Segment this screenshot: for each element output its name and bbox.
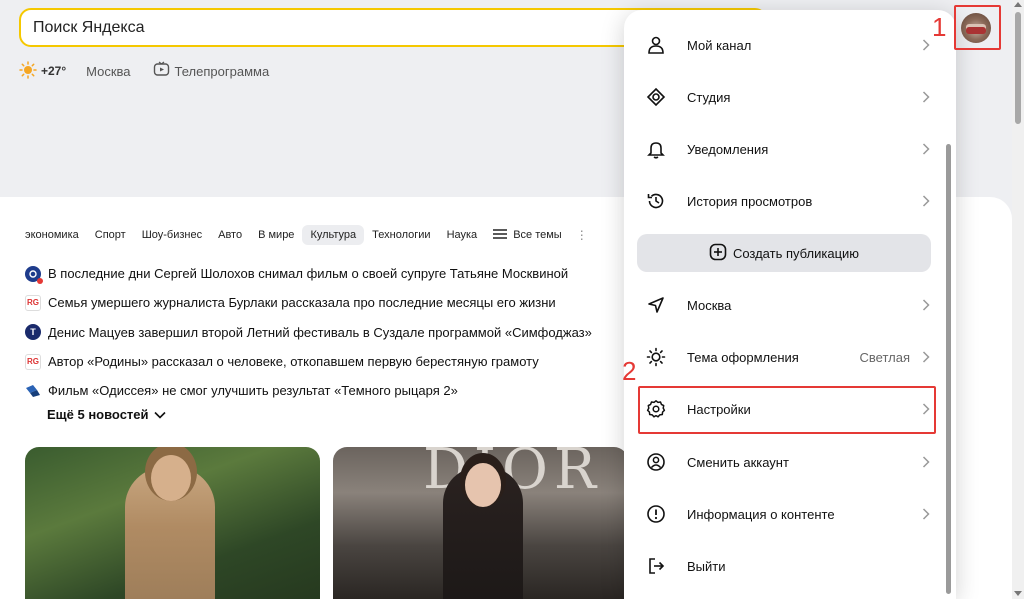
topic-science[interactable]: Наука xyxy=(439,225,486,245)
news-item[interactable]: T Денис Мацуев завершил второй Летний фе… xyxy=(25,318,625,347)
news-photo-event[interactable]: DIOR xyxy=(333,447,628,599)
annotation-number-1: 1 xyxy=(932,12,947,42)
create-publication-label: Создать публикацию xyxy=(732,245,860,261)
weather-widget[interactable]: +27° xyxy=(19,60,67,82)
menu-item-switch-account[interactable]: Сменить аккаунт xyxy=(638,441,934,483)
chevron-right-icon xyxy=(918,506,934,522)
topic-auto[interactable]: Авто xyxy=(210,225,250,245)
chevron-right-icon xyxy=(918,349,934,365)
menu-label: Москва xyxy=(687,297,732,313)
menu-item-history[interactable]: История просмотров xyxy=(638,180,934,222)
news-title: Автор «Родины» рассказал о человеке, отк… xyxy=(48,354,539,370)
chevron-down-icon xyxy=(153,407,166,422)
news-title: Фильм «Одиссея» не смог улучшить результ… xyxy=(48,383,458,399)
menu-scrollbar[interactable] xyxy=(946,144,951,594)
news-source-icon xyxy=(25,265,43,284)
history-icon xyxy=(644,189,668,213)
info-icon xyxy=(644,502,668,526)
menu-item-studio[interactable]: Студия xyxy=(638,76,934,118)
chevron-right-icon xyxy=(918,454,934,470)
sun-theme-icon xyxy=(644,345,668,369)
topic-culture[interactable]: Культура xyxy=(302,225,365,245)
news-item[interactable]: В последние дни Сергей Шолохов снимал фи… xyxy=(25,259,625,288)
news-title: В последние дни Сергей Шолохов снимал фи… xyxy=(48,266,569,282)
news-source-icon: RG xyxy=(25,294,41,311)
menu-label: Сменить аккаунт xyxy=(687,454,789,470)
topic-tech[interactable]: Технологии xyxy=(364,225,438,245)
news-item[interactable]: RG Семья умершего журналиста Бурлаки рас… xyxy=(25,288,625,317)
menu-item-city[interactable]: Москва xyxy=(638,284,934,326)
news-item[interactable]: RG Автор «Родины» рассказал о человеке, … xyxy=(25,347,625,376)
hamburger-icon xyxy=(493,228,508,243)
temperature: +27° xyxy=(41,64,67,78)
more-news-button[interactable]: Ещё 5 новостей xyxy=(47,407,166,422)
topic-all[interactable]: Все темы xyxy=(485,224,570,247)
menu-item-theme[interactable]: Тема оформления Светлая xyxy=(638,336,934,378)
account-circle-icon xyxy=(644,450,668,474)
create-publication-button[interactable]: Создать публикацию xyxy=(637,234,931,272)
menu-label: Уведомления xyxy=(687,141,769,157)
menu-item-notifications[interactable]: Уведомления xyxy=(638,128,934,170)
topics-bar: экономика Спорт Шоу-бизнес Авто В мире К… xyxy=(25,224,594,246)
menu-label: История просмотров xyxy=(687,193,813,209)
chevron-right-icon xyxy=(918,193,934,209)
menu-item-logout[interactable]: Выйти xyxy=(638,545,934,587)
topic-world[interactable]: В мире xyxy=(250,225,302,245)
annotation-box-avatar xyxy=(954,5,1001,50)
studio-icon xyxy=(644,85,668,109)
topic-showbiz[interactable]: Шоу-бизнес xyxy=(134,225,210,245)
news-title: Семья умершего журналиста Бурлаки расска… xyxy=(48,295,556,311)
chevron-right-icon xyxy=(918,141,934,157)
menu-label: Тема оформления xyxy=(687,349,799,365)
chevron-right-icon xyxy=(918,297,934,313)
menu-label: Студия xyxy=(687,89,731,105)
news-item[interactable]: Фильм «Одиссея» не смог улучшить результ… xyxy=(25,376,625,405)
photo-figure xyxy=(125,455,215,599)
annotation-box-settings xyxy=(638,386,936,434)
sun-icon xyxy=(19,60,37,82)
menu-item-my-channel[interactable]: Мой канал xyxy=(638,24,934,66)
news-source-icon: RG xyxy=(25,353,41,370)
scroll-thumb[interactable] xyxy=(1015,12,1021,124)
user-menu: Мой канал Студия Уведомления История про… xyxy=(624,10,956,599)
menu-label: Информация о контенте xyxy=(687,506,835,522)
news-list: В последние дни Сергей Шолохов снимал фи… xyxy=(25,259,625,405)
topic-sport[interactable]: Спорт xyxy=(87,225,134,245)
news-source-icon xyxy=(25,383,41,399)
news-source-icon: T xyxy=(25,324,41,341)
news-photo-jungle[interactable] xyxy=(25,447,320,599)
user-icon xyxy=(644,33,668,57)
news-title: Денис Мацуев завершил второй Летний фест… xyxy=(48,324,592,340)
theme-value: Светлая xyxy=(859,349,910,365)
tv-label: Телепрограмма xyxy=(174,63,270,79)
topic-all-label: Все темы xyxy=(513,229,562,241)
info-row: +27° Москва Телепрограмма xyxy=(19,60,269,82)
tv-program-link[interactable]: Телепрограмма xyxy=(153,61,270,81)
more-news-label: Ещё 5 новостей xyxy=(47,407,149,422)
search-input[interactable] xyxy=(33,19,593,37)
plus-icon xyxy=(709,243,727,264)
location-arrow-icon xyxy=(644,293,668,317)
bell-icon xyxy=(644,137,668,161)
topic-economy[interactable]: экономика xyxy=(25,225,87,245)
menu-label: Выйти xyxy=(687,558,726,574)
tv-icon xyxy=(153,61,170,81)
page-scrollbar[interactable] xyxy=(1012,0,1024,599)
scroll-up-arrow[interactable] xyxy=(1014,2,1022,7)
annotation-number-2: 2 xyxy=(622,356,637,386)
chevron-right-icon xyxy=(918,89,934,105)
city-link[interactable]: Москва xyxy=(86,64,130,79)
menu-item-content-info[interactable]: Информация о контенте xyxy=(638,493,934,535)
photo-figure xyxy=(443,463,523,599)
logout-icon xyxy=(644,554,668,578)
menu-label: Мой канал xyxy=(687,37,752,53)
more-dots-icon[interactable]: ⋮ xyxy=(570,228,594,242)
scroll-down-arrow[interactable] xyxy=(1014,591,1022,596)
